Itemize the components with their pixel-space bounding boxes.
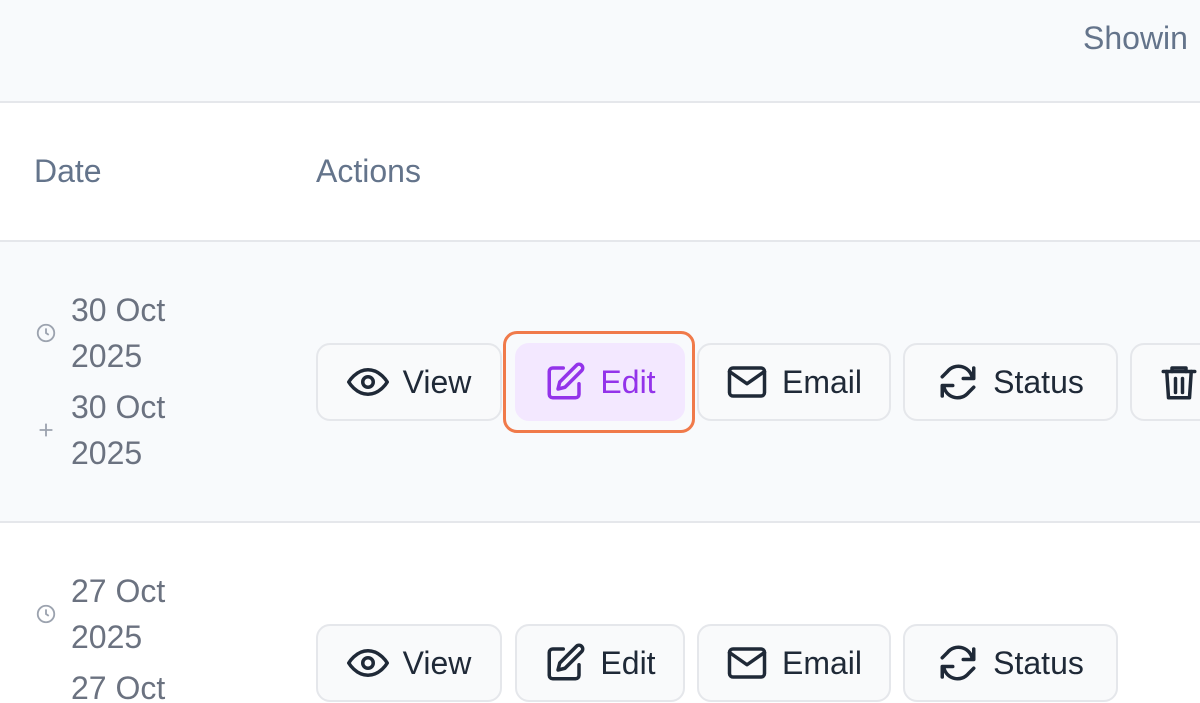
status-button-label: Status: [993, 363, 1084, 400]
refresh-icon: [937, 361, 979, 403]
trash-icon: [1158, 361, 1200, 403]
delete-button[interactable]: [1130, 343, 1200, 421]
view-button-label: View: [402, 363, 472, 400]
edit-button-label: Edit: [600, 644, 656, 681]
table-row: 27 Oct 2025 27 Oct View Edit Email Statu…: [0, 523, 1200, 703]
email-button[interactable]: Email: [697, 624, 891, 702]
created-date-year: 2025: [71, 338, 143, 374]
mail-icon: [726, 642, 768, 684]
mail-icon: [726, 361, 768, 403]
updated-date-day: 27 Oct: [71, 670, 166, 703]
eye-icon: [346, 361, 389, 403]
eye-icon: [346, 642, 389, 684]
email-button[interactable]: Email: [697, 343, 891, 421]
created-date-year: 2025: [71, 619, 143, 655]
email-button-label: Email: [781, 363, 862, 400]
status-button[interactable]: Status: [903, 343, 1118, 421]
edit-button-label: Edit: [600, 363, 656, 400]
clock-icon: [35, 603, 57, 625]
created-date-day: 30 Oct: [71, 292, 166, 328]
status-button[interactable]: Status: [903, 624, 1118, 702]
edit-button[interactable]: Edit: [515, 343, 685, 421]
refresh-icon: [937, 642, 979, 684]
column-header-date[interactable]: Date: [34, 153, 102, 190]
edit-icon: [544, 361, 586, 403]
email-button-label: Email: [781, 644, 862, 681]
plus-icon: [35, 419, 57, 441]
view-button[interactable]: View: [316, 624, 502, 702]
table-header: Date Actions: [0, 103, 1200, 242]
view-button[interactable]: View: [316, 343, 502, 421]
updated-date-day: 30 Oct: [71, 389, 166, 425]
table-toolbar: Showin: [0, 0, 1200, 103]
updated-date-year: 2025: [71, 435, 143, 471]
view-button-label: View: [402, 644, 472, 681]
showing-count-text: Showin: [1083, 20, 1188, 56]
clock-icon: [35, 322, 57, 344]
edit-icon: [544, 642, 586, 684]
status-button-label: Status: [993, 644, 1084, 681]
column-header-actions: Actions: [316, 153, 421, 189]
edit-button[interactable]: Edit: [515, 624, 685, 702]
table-row: 30 Oct 2025 30 Oct 2025 View Edit Email …: [0, 242, 1200, 523]
created-date-day: 27 Oct: [71, 573, 166, 609]
